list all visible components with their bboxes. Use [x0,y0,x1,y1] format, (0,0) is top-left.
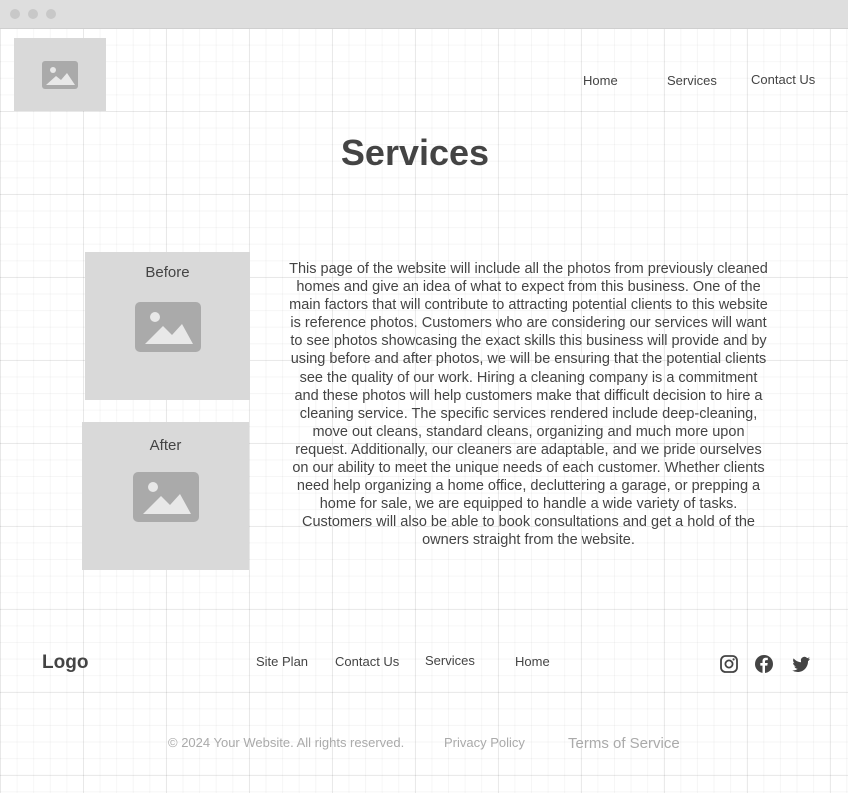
before-label: Before [145,264,190,281]
footer-site-plan-link[interactable]: Site Plan [256,654,308,669]
footer-services-link[interactable]: Services [425,653,475,668]
window-maximize-dot[interactable] [46,9,56,19]
services-description: This page of the website will include al… [289,261,768,549]
before-image-card[interactable]: Before [85,252,250,400]
privacy-policy-link[interactable]: Privacy Policy [444,735,525,750]
nav-contact-link[interactable]: Contact Us [751,72,815,87]
page-title: Services [340,132,490,173]
after-image-card[interactable]: After [82,422,249,570]
instagram-icon[interactable] [719,654,739,674]
window-minimize-dot[interactable] [28,9,38,19]
image-placeholder-icon [135,302,201,352]
window-close-dot[interactable] [10,9,20,19]
footer-logo[interactable]: Logo [42,652,88,674]
image-placeholder-icon [133,472,199,522]
nav-services-link[interactable]: Services [667,73,717,88]
footer-home-link[interactable]: Home [515,654,550,669]
nav-home-link[interactable]: Home [583,73,618,88]
facebook-icon[interactable] [754,654,774,674]
copyright-text: © 2024 Your Website. All rights reserved… [168,735,405,750]
footer-contact-link[interactable]: Contact Us [335,654,399,669]
twitter-icon[interactable] [791,654,811,674]
header-logo-placeholder[interactable] [14,38,106,111]
terms-of-service-link[interactable]: Terms of Service [568,735,680,752]
after-label: After [149,437,182,454]
image-placeholder-icon [42,61,78,89]
browser-title-bar [0,0,848,29]
